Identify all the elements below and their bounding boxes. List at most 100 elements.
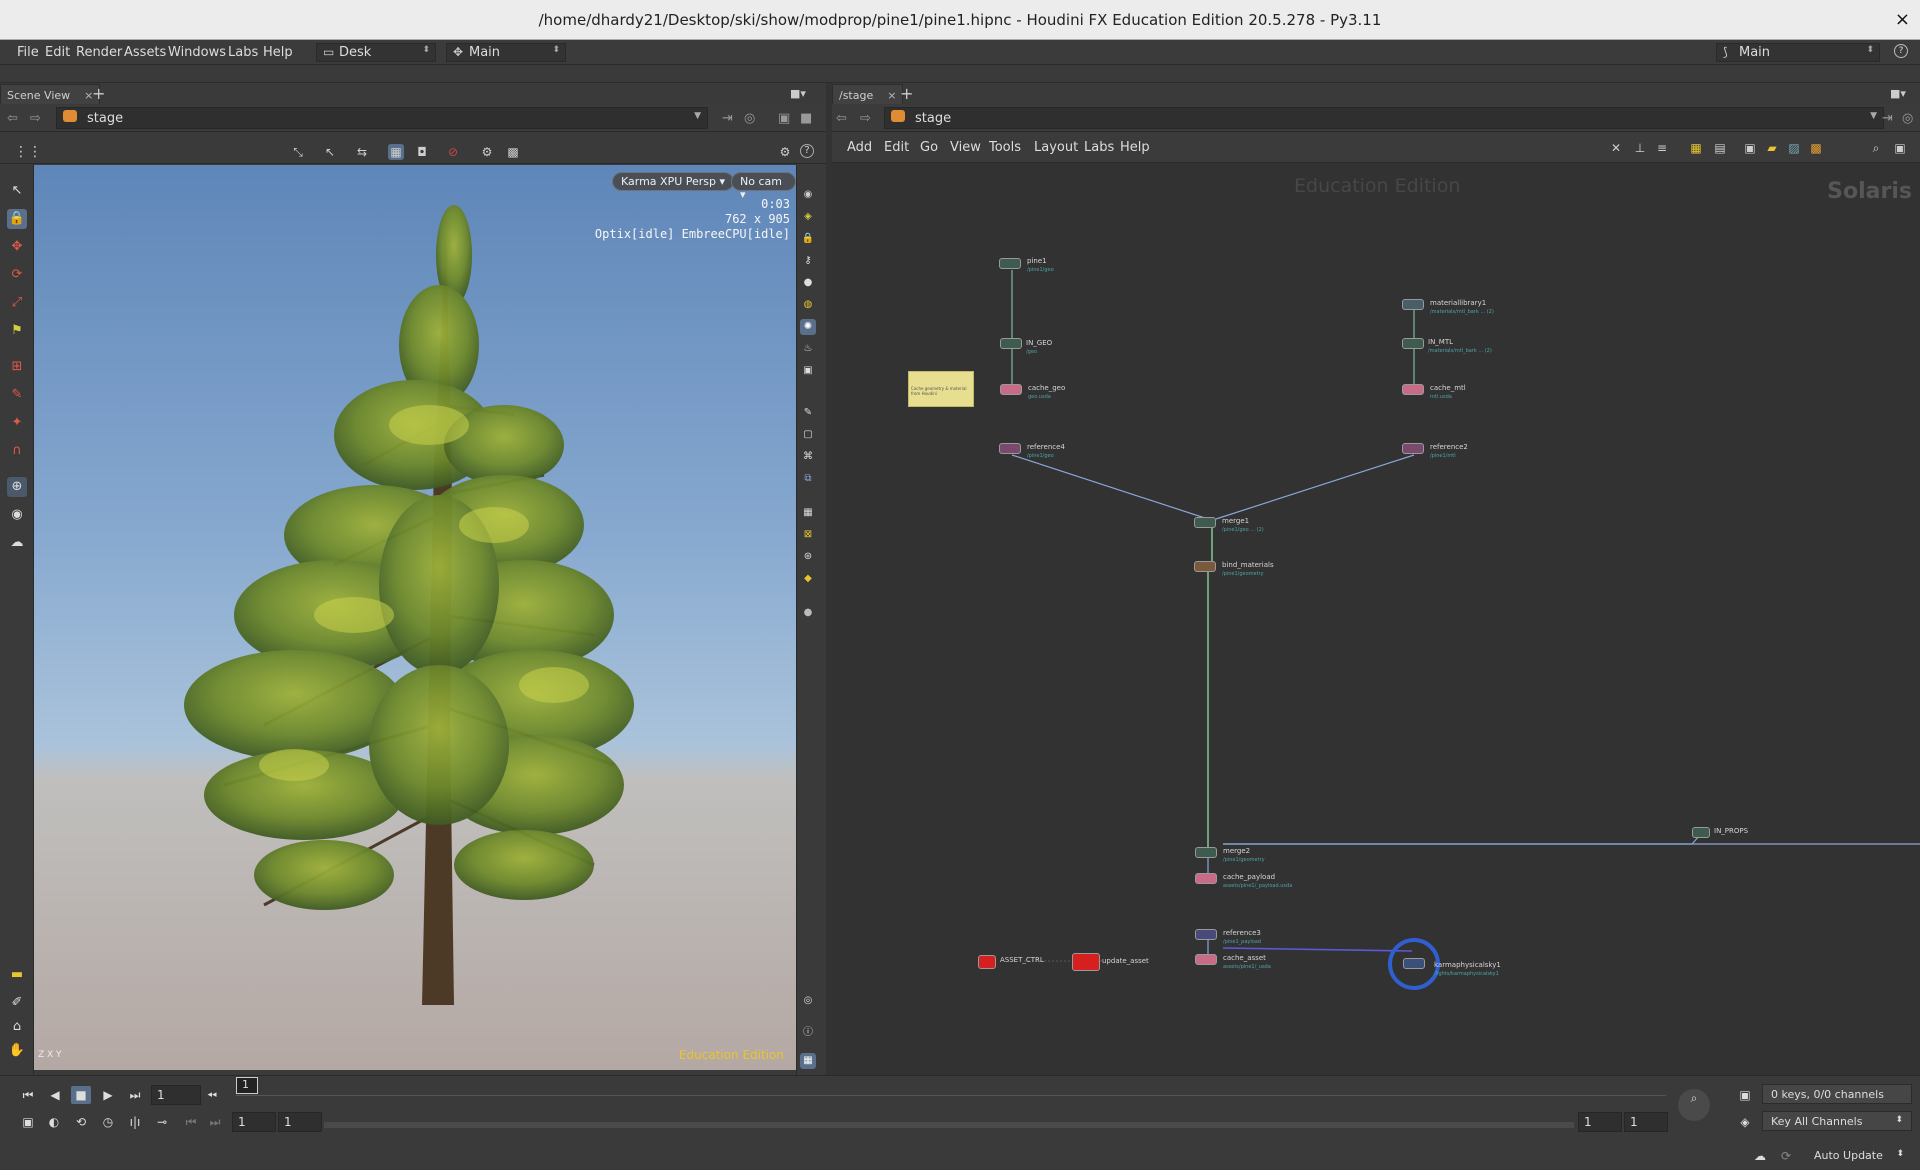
- path-field[interactable]: stage ▼: [56, 107, 708, 129]
- forward-arrow-icon[interactable]: ⇨: [30, 111, 41, 126]
- timeline-ruler[interactable]: [236, 1095, 1666, 1096]
- lighting-icon[interactable]: ✺: [800, 319, 816, 335]
- auto-update-menu[interactable]: Auto Update ⬍: [1806, 1146, 1912, 1166]
- range-slider[interactable]: [324, 1122, 1574, 1128]
- play-backward-icon[interactable]: ◀: [45, 1086, 65, 1104]
- link-icon[interactable]: ◎: [1902, 111, 1913, 126]
- dropdown-icon[interactable]: ▼: [694, 111, 701, 121]
- node-in-mtl[interactable]: [1402, 338, 1424, 349]
- link-view-icon[interactable]: ⧉: [800, 471, 816, 487]
- ticks-icon[interactable]: ı|ı: [125, 1113, 145, 1131]
- chat-icon[interactable]: ☁: [1750, 1147, 1770, 1165]
- help-icon[interactable]: ?: [800, 144, 814, 158]
- node-cache-mtl[interactable]: [1402, 384, 1424, 395]
- clock-icon[interactable]: ◷: [98, 1113, 118, 1131]
- net-menu-layout[interactable]: Layout: [1034, 140, 1078, 155]
- eye-icon[interactable]: ◉: [800, 187, 816, 203]
- pane-menu-icon[interactable]: ■▾: [1890, 87, 1906, 100]
- wrench-icon[interactable]: ✕: [1608, 140, 1624, 156]
- shading-icon[interactable]: ●: [800, 275, 816, 291]
- background-icon[interactable]: ▣: [800, 363, 816, 379]
- camera-tool-icon[interactable]: ◉: [7, 505, 27, 525]
- link-icon[interactable]: ◎: [744, 111, 755, 126]
- sphere-icon[interactable]: ●: [800, 605, 816, 621]
- sticky-note-icon[interactable]: ▰: [1764, 140, 1780, 156]
- net-menu-edit[interactable]: Edit: [884, 140, 909, 155]
- select-mode-icon[interactable]: ⤡: [290, 144, 306, 160]
- guide-icon[interactable]: ⊠: [800, 527, 816, 543]
- node-reference3[interactable]: [1195, 929, 1217, 940]
- menu-labs[interactable]: Labs: [228, 45, 258, 60]
- bulb-icon[interactable]: ♨: [800, 341, 816, 357]
- node-cache-geo[interactable]: [1000, 384, 1022, 395]
- net-menu-view[interactable]: View: [950, 140, 981, 155]
- search-icon[interactable]: ⌕: [1868, 140, 1884, 156]
- current-frame-field[interactable]: 1: [151, 1085, 201, 1105]
- range-end-field[interactable]: 1: [278, 1112, 322, 1132]
- menu-help[interactable]: Help: [263, 45, 293, 60]
- slider-icon[interactable]: ⊸: [152, 1113, 172, 1131]
- node-cache-payload[interactable]: [1195, 873, 1217, 884]
- stamp-tool-icon[interactable]: ⌂: [7, 1017, 27, 1037]
- hand-tool-icon[interactable]: ✋: [7, 1041, 27, 1061]
- edit-tool-icon[interactable]: ⊞: [7, 357, 27, 377]
- net-menu-go[interactable]: Go: [920, 140, 938, 155]
- node-update-asset[interactable]: [1072, 953, 1100, 971]
- info-panel-icon[interactable]: ▣: [1742, 140, 1758, 156]
- close-icon[interactable]: ×: [1895, 9, 1910, 30]
- maximize-icon[interactable]: ■: [800, 111, 812, 126]
- prev-key-icon[interactable]: ⏮: [181, 1113, 201, 1131]
- snapshot-icon[interactable]: ▣: [1892, 140, 1908, 156]
- ruler-tool-icon[interactable]: ▬: [7, 965, 27, 985]
- visibility-icon[interactable]: ◎: [800, 993, 816, 1009]
- node-reference2[interactable]: [1402, 443, 1424, 454]
- layout-icon[interactable]: ▦: [800, 1053, 816, 1069]
- scale-tool-icon[interactable]: ⤢: [7, 293, 27, 313]
- light-tool-icon[interactable]: ✦: [7, 413, 27, 433]
- audio-icon[interactable]: ◐: [44, 1113, 64, 1131]
- node-merge2[interactable]: [1195, 847, 1217, 858]
- net-menu-help[interactable]: Help: [1120, 140, 1150, 155]
- image-icon[interactable]: ▨: [1786, 140, 1802, 156]
- info-icon[interactable]: ⓘ: [800, 1025, 816, 1041]
- node-reference4[interactable]: [999, 443, 1021, 454]
- pin-icon[interactable]: ⇥: [1882, 111, 1893, 126]
- magnet-tool-icon[interactable]: ∩: [7, 441, 27, 461]
- jump-start-icon[interactable]: ⏮: [18, 1086, 38, 1104]
- snapshot-icon[interactable]: ▣: [778, 111, 790, 126]
- scene-viewport[interactable]: Karma XPU Persp ▾ No cam ▾ 0:03 762 x 90…: [34, 165, 796, 1070]
- play-forward-icon[interactable]: ▶: [98, 1086, 118, 1104]
- node-merge1[interactable]: [1194, 517, 1216, 528]
- pin-icon[interactable]: ⇥: [722, 111, 733, 126]
- network-graph[interactable]: Education Edition Solaris Cache geometry…: [832, 163, 1920, 1075]
- pane-menu-icon[interactable]: ■▾: [790, 87, 806, 100]
- net-menu-tools[interactable]: Tools: [989, 140, 1021, 155]
- path-field[interactable]: stage ▼: [884, 107, 1884, 129]
- handle-tool-icon[interactable]: ⚑: [7, 321, 27, 341]
- desk-selector[interactable]: ▭ Desk ⬍: [316, 43, 436, 62]
- select-faces-icon[interactable]: ↖: [322, 144, 338, 160]
- sun-icon[interactable]: ◆: [800, 571, 816, 587]
- display-options-icon[interactable]: ▩: [505, 144, 521, 160]
- key-all-channels-menu[interactable]: Key All Channels ⬍: [1762, 1111, 1912, 1131]
- globe-icon[interactable]: ⊛: [800, 549, 816, 565]
- jump-end-icon[interactable]: ⏭: [125, 1086, 145, 1104]
- key-icon[interactable]: ◈: [1735, 1113, 1755, 1131]
- net-menu-labs[interactable]: Labs: [1084, 140, 1114, 155]
- snapping-icon[interactable]: ⚙: [479, 144, 495, 160]
- tab-close-icon[interactable]: ×: [887, 89, 896, 102]
- refresh-icon[interactable]: ⟳: [1776, 1147, 1796, 1165]
- net-menu-add[interactable]: Add: [847, 140, 872, 155]
- tree-icon[interactable]: ⊥: [1632, 140, 1648, 156]
- audio-scrub-icon[interactable]: ⌕: [1678, 1089, 1710, 1121]
- stop-icon[interactable]: ■: [71, 1086, 91, 1104]
- menu-assets[interactable]: Assets: [124, 45, 166, 60]
- list-icon[interactable]: ≡: [1654, 140, 1670, 156]
- channels-info[interactable]: 0 keys, 0/0 channels: [1762, 1084, 1912, 1104]
- table-icon[interactable]: ▤: [1712, 140, 1728, 156]
- pen-icon[interactable]: ✎: [800, 405, 816, 421]
- help-icon[interactable]: ?: [1894, 44, 1908, 58]
- playback-end-field[interactable]: 1: [1624, 1112, 1668, 1132]
- brush-tool-icon[interactable]: ✐: [7, 993, 27, 1013]
- headlight-icon[interactable]: ◍: [800, 297, 816, 313]
